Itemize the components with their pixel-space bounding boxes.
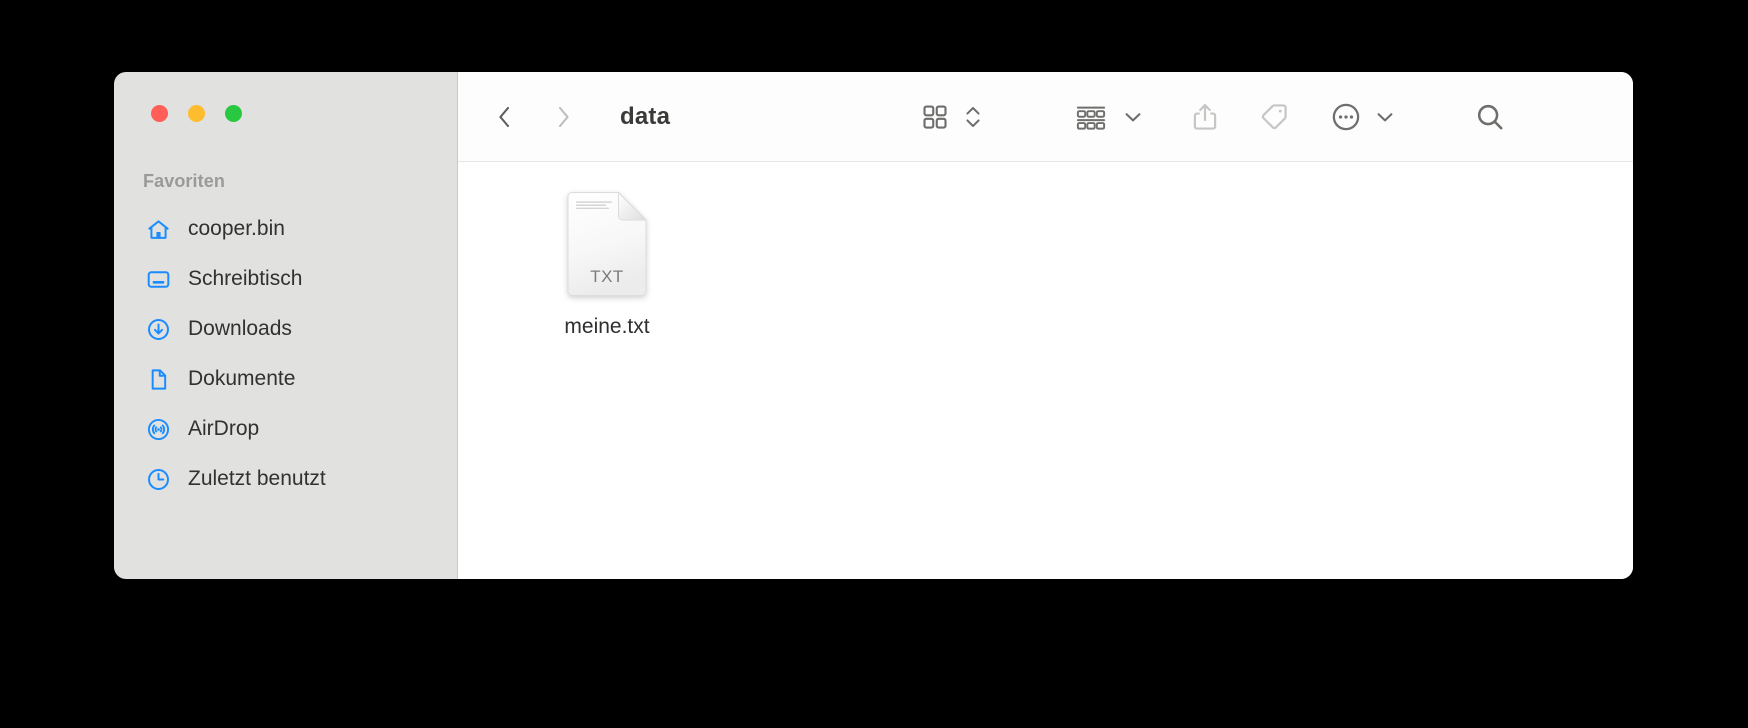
main-area: data TXT meine.txt (458, 72, 1633, 579)
clock-icon (145, 466, 171, 492)
share-button[interactable] (1190, 101, 1220, 133)
toolbar: data (458, 72, 1633, 162)
sidebar-item-dokumente[interactable]: Dokumente (114, 354, 457, 404)
sidebar: Favoriten cooper.bin Schreibtisch Downlo… (114, 72, 458, 579)
sidebar-item-downloads[interactable]: Downloads (114, 304, 457, 354)
file-item[interactable]: TXT meine.txt (522, 190, 692, 339)
sidebar-item-label: Zuletzt benutzt (188, 467, 326, 490)
sidebar-item-label: Dokumente (188, 367, 296, 390)
sidebar-item-zuletzt-benutzt[interactable]: Zuletzt benutzt (114, 454, 457, 504)
document-icon (145, 366, 171, 392)
window-controls (151, 105, 242, 122)
airdrop-icon (145, 416, 171, 442)
download-icon (145, 316, 171, 342)
sidebar-item-label: Schreibtisch (188, 267, 303, 290)
file-kind-badge: TXT (590, 267, 624, 286)
more-chevron-down-icon[interactable] (1374, 106, 1396, 128)
sidebar-item-cooper-bin[interactable]: cooper.bin (114, 204, 457, 254)
file-grid: TXT meine.txt (458, 162, 1633, 579)
sidebar-item-label: Downloads (188, 317, 292, 340)
more-actions-button[interactable] (1330, 101, 1362, 133)
forward-button[interactable] (548, 100, 578, 134)
sidebar-section-title: Favoriten (143, 171, 225, 191)
home-icon (145, 216, 171, 242)
tags-button[interactable] (1258, 101, 1290, 133)
icon-view-button[interactable] (920, 102, 950, 132)
page-title: data (620, 102, 671, 130)
sidebar-list: cooper.bin Schreibtisch Downloads Dokume… (114, 204, 457, 504)
group-chevron-down-icon[interactable] (1122, 106, 1144, 128)
zoom-button[interactable] (225, 105, 242, 122)
txt-file-icon: TXT (563, 190, 651, 302)
toolbar-actions (920, 72, 1506, 162)
finder-window: Favoriten cooper.bin Schreibtisch Downlo… (114, 72, 1633, 579)
search-button[interactable] (1474, 101, 1506, 133)
sidebar-item-label: AirDrop (188, 417, 260, 440)
navigation-buttons (490, 100, 578, 134)
view-stepper-button[interactable] (962, 101, 984, 133)
desktop-icon (145, 266, 171, 292)
close-button[interactable] (151, 105, 168, 122)
group-items-button[interactable] (1074, 102, 1108, 132)
minimize-button[interactable] (188, 105, 205, 122)
file-name-label: meine.txt (564, 315, 650, 338)
sidebar-item-airdrop[interactable]: AirDrop (114, 404, 457, 454)
sidebar-item-schreibtisch[interactable]: Schreibtisch (114, 254, 457, 304)
sidebar-item-label: cooper.bin (188, 217, 285, 240)
back-button[interactable] (490, 100, 520, 134)
desktop-background: Favoriten cooper.bin Schreibtisch Downlo… (0, 0, 1748, 728)
